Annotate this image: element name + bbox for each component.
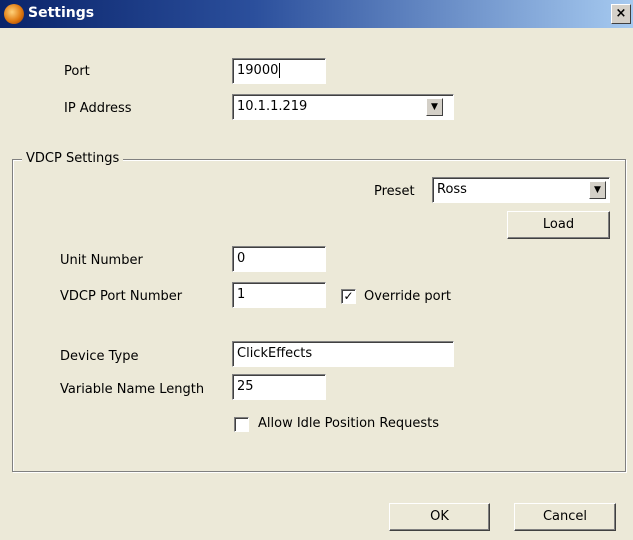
ip-address-label: IP Address [64, 101, 132, 116]
cancel-button[interactable]: Cancel [514, 503, 616, 531]
vdcp-settings-legend: VDCP Settings [22, 151, 124, 166]
preset-value: Ross [437, 182, 467, 197]
override-port-label: Override port [364, 289, 452, 304]
port-value: 19000 [237, 63, 279, 78]
override-port-checkbox[interactable]: ✓ [341, 289, 356, 304]
variable-name-length-input[interactable]: 25 [232, 374, 326, 400]
text-caret [279, 63, 281, 78]
allow-idle-position-requests-checkbox[interactable] [234, 417, 249, 432]
window-title: Settings [28, 5, 95, 21]
chevron-down-icon[interactable]: ▼ [589, 181, 606, 199]
allow-idle-position-requests-label: Allow Idle Position Requests [258, 416, 439, 431]
preset-label: Preset [374, 184, 415, 199]
vdcp-port-number-label: VDCP Port Number [60, 289, 183, 304]
check-icon: ✓ [343, 289, 354, 303]
device-type-input[interactable]: ClickEffects [232, 341, 454, 367]
port-label: Port [64, 64, 90, 79]
unit-number-input[interactable]: 0 [232, 246, 326, 272]
variable-name-length-label: Variable Name Length [60, 382, 205, 397]
ok-button[interactable]: OK [389, 503, 490, 531]
load-button[interactable]: Load [507, 211, 610, 239]
device-type-label: Device Type [60, 349, 139, 364]
preset-select[interactable]: Ross ▼ [432, 177, 610, 203]
ip-address-select[interactable]: 10.1.1.219 ▼ [232, 94, 454, 120]
vdcp-port-number-input[interactable]: 1 [232, 282, 326, 308]
app-icon [4, 4, 24, 24]
port-input[interactable]: 19000 [232, 58, 326, 84]
close-button[interactable]: × [611, 4, 631, 24]
title-bar[interactable]: Settings × [0, 0, 633, 28]
chevron-down-icon[interactable]: ▼ [426, 98, 443, 116]
ip-address-value: 10.1.1.219 [237, 99, 308, 114]
unit-number-label: Unit Number [60, 253, 143, 268]
